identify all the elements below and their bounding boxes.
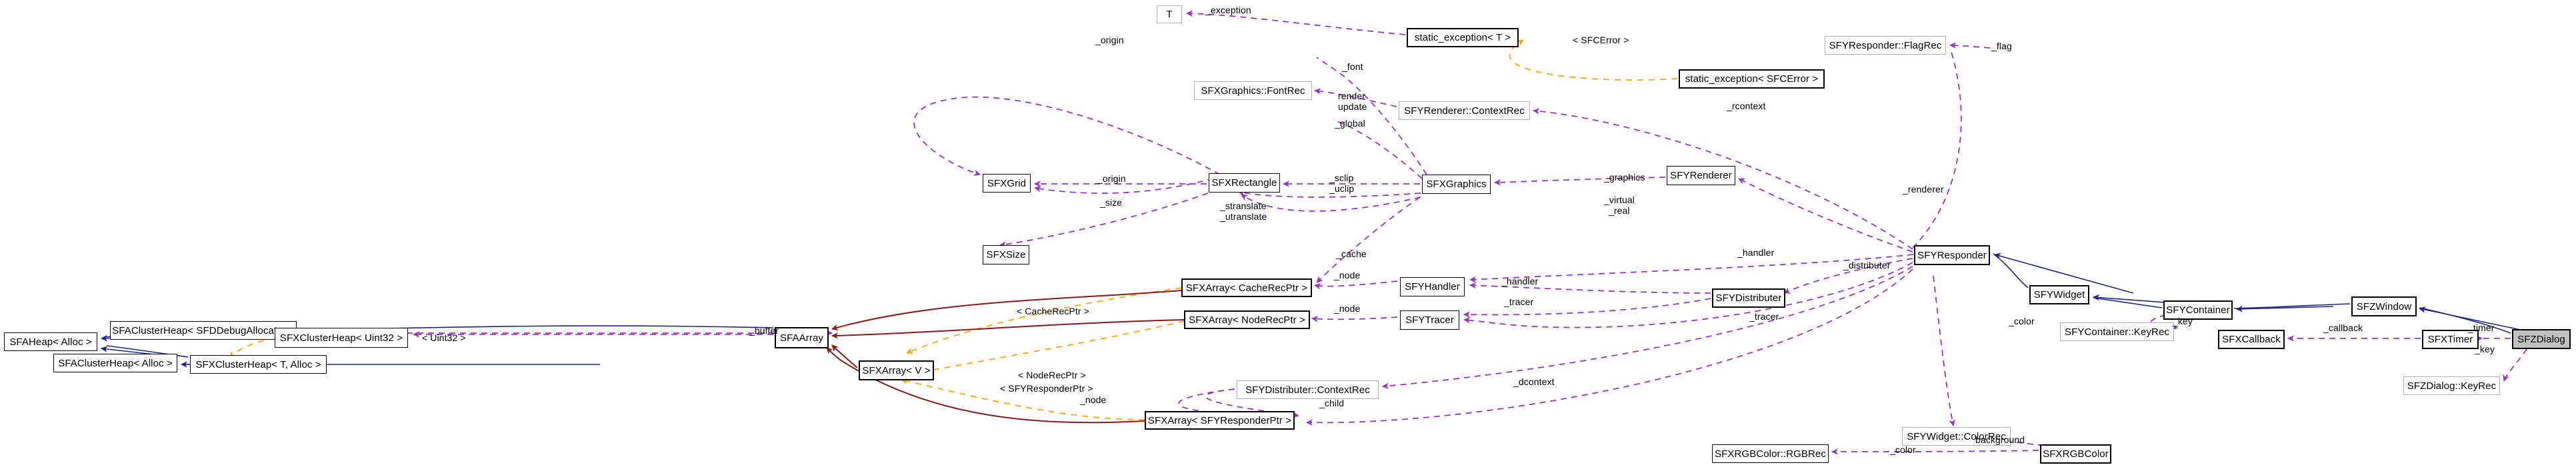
node-sfydistributer[interactable]: SFYDistributer xyxy=(1712,288,1785,308)
edge-label: _child xyxy=(1319,398,1345,408)
edge-label: _real xyxy=(1609,205,1630,216)
edge-label: render xyxy=(1338,91,1366,101)
node-sfxgraphics-fontrec[interactable]: SFXGraphics::FontRec xyxy=(1194,81,1312,100)
edge-label: _origin xyxy=(1097,173,1126,184)
node-sfywidget[interactable]: SFYWidget xyxy=(2029,285,2089,304)
edge-label: < SFCError > xyxy=(1573,35,1629,45)
edge-group-inheritance xyxy=(104,253,2511,365)
edge-label: _graphics xyxy=(1604,172,1645,183)
edge-label: _callback xyxy=(2323,322,2363,333)
node-sfxrgbcolor[interactable]: SFXRGBColor xyxy=(2040,444,2111,464)
edge-label: _distributer xyxy=(1843,260,1891,270)
edge-group-template-instance xyxy=(229,39,1678,420)
edge-label: update xyxy=(1338,101,1367,112)
edge-label: _virtual xyxy=(1604,195,1635,205)
edge-label: < SFYResponderPtr > xyxy=(1000,383,1093,394)
edge-label: _timer xyxy=(2468,322,2495,333)
node-sfaclusterheap-alloc[interactable]: SFAClusterHeap< Alloc > xyxy=(53,354,177,372)
edge-label: _font xyxy=(1342,61,1363,72)
edge-label: < Uint32 > xyxy=(422,332,466,343)
edge-label: _dcontext xyxy=(1513,376,1555,387)
edge-label: _cache xyxy=(1336,248,1367,259)
edge-label: _tracer xyxy=(1504,296,1534,307)
node-sfxgrid[interactable]: SFXGrid xyxy=(983,174,1031,193)
node-static-exception-sfcerror[interactable]: static_exception< SFCError > xyxy=(1679,69,1825,89)
edge-label: _tracer xyxy=(1749,311,1779,322)
edge-label: _global xyxy=(1335,118,1365,129)
node-sfyhandler[interactable]: SFYHandler xyxy=(1400,277,1465,296)
edge-label: _node xyxy=(1080,394,1107,405)
node-sfxrgbcolor-rgbrec[interactable]: SFXRGBColor::RGBRec xyxy=(1712,444,1829,463)
node-sfaheap-alloc[interactable]: SFAHeap< Alloc > xyxy=(4,332,97,351)
node-sfyrenderer-contextrec[interactable]: SFYRenderer::ContextRec xyxy=(1399,101,1530,120)
edge-label: _size xyxy=(1100,197,1123,208)
node-sfyresponder[interactable]: SFYResponder xyxy=(1914,245,1990,265)
node-sfxarray-v[interactable]: SFXArray< V > xyxy=(859,360,934,380)
edge-label: _handler xyxy=(1737,247,1775,258)
node-sfaclusterheap-sfddebugallocator[interactable]: SFAClusterHeap< SFDDebugAllocator > xyxy=(110,321,297,340)
node-sfyresponder-flagrec[interactable]: SFYResponder::FlagRec xyxy=(1825,36,1946,55)
node-sfycontainer-keyrec[interactable]: SFYContainer::KeyRec xyxy=(2060,322,2174,341)
node-sfxsize[interactable]: SFXSize xyxy=(983,245,1029,264)
node-sfxgraphics[interactable]: SFXGraphics xyxy=(1422,175,1491,194)
edge-label: _key xyxy=(2475,344,2495,354)
node-static-exception-t[interactable]: static_exception< T > xyxy=(1407,28,1519,47)
edge-label: _node xyxy=(1334,270,1361,280)
edge-label: _utranslate xyxy=(1220,211,1267,222)
edge-label: _flag xyxy=(1991,41,2012,51)
edge-label: _key xyxy=(2173,316,2193,326)
node-sfzdialog-current[interactable]: SFZDialog xyxy=(2512,329,2571,349)
edge-label: _exception xyxy=(1205,5,1251,15)
node-sfxrectangle[interactable]: SFXRectangle xyxy=(1209,173,1280,193)
edge-label: < NodeRecPtr > xyxy=(1018,370,1086,380)
edge-label: _buffer xyxy=(749,325,779,336)
edge-label: _rcontext xyxy=(1727,101,1766,111)
node-sfzwindow[interactable]: SFZWindow xyxy=(2351,296,2417,316)
edge-label: _sclip xyxy=(1329,173,1354,183)
edge-label: _node xyxy=(1334,303,1361,314)
edge-label: _origin xyxy=(1095,35,1124,45)
edge-label: _renderer xyxy=(1903,184,1944,195)
node-sfytracer[interactable]: SFYTracer xyxy=(1400,310,1459,330)
edge-label: _color xyxy=(2009,316,2035,326)
edge-label: _stranslate xyxy=(1220,201,1267,211)
node-sfzdialog-keyrec[interactable]: SFZDialog::KeyRec xyxy=(2403,376,2500,395)
node-sfxcallback[interactable]: SFXCallback xyxy=(2218,330,2285,349)
edge-group-usage xyxy=(407,10,2527,455)
node-T[interactable]: T xyxy=(1157,5,1182,23)
node-sfxclusterheap-t-alloc[interactable]: SFXClusterHeap< T, Alloc > xyxy=(190,355,327,374)
node-sfxarray-sfyresponderptr[interactable]: SFXArray< SFYResponderPtr > xyxy=(1145,411,1295,430)
node-sfxarray-cacherecptr[interactable]: SFXArray< CacheRecPtr > xyxy=(1181,278,1312,297)
edge-label: background xyxy=(1975,434,2025,445)
node-sfydistributer-contextrec[interactable]: SFYDistributer::ContextRec xyxy=(1237,380,1379,399)
node-sfaarray[interactable]: SFAArray xyxy=(775,327,829,348)
edge-label: < CacheRecPtr > xyxy=(1017,306,1089,316)
node-sfyrenderer[interactable]: SFYRenderer xyxy=(1667,166,1735,185)
edge-label: _handler xyxy=(1501,276,1539,286)
edge-label: _color xyxy=(1890,444,1916,455)
node-sfxarray-noderecptr[interactable]: SFXArray< NodeRecPtr > xyxy=(1184,310,1310,329)
node-sfxclusterheap-uint32[interactable]: SFXClusterHeap< Uint32 > xyxy=(275,328,408,348)
collaboration-diagram: T static_exception< T > SFYResponder::Fl… xyxy=(0,0,2576,469)
edge-label: _uclip xyxy=(1329,183,1355,194)
